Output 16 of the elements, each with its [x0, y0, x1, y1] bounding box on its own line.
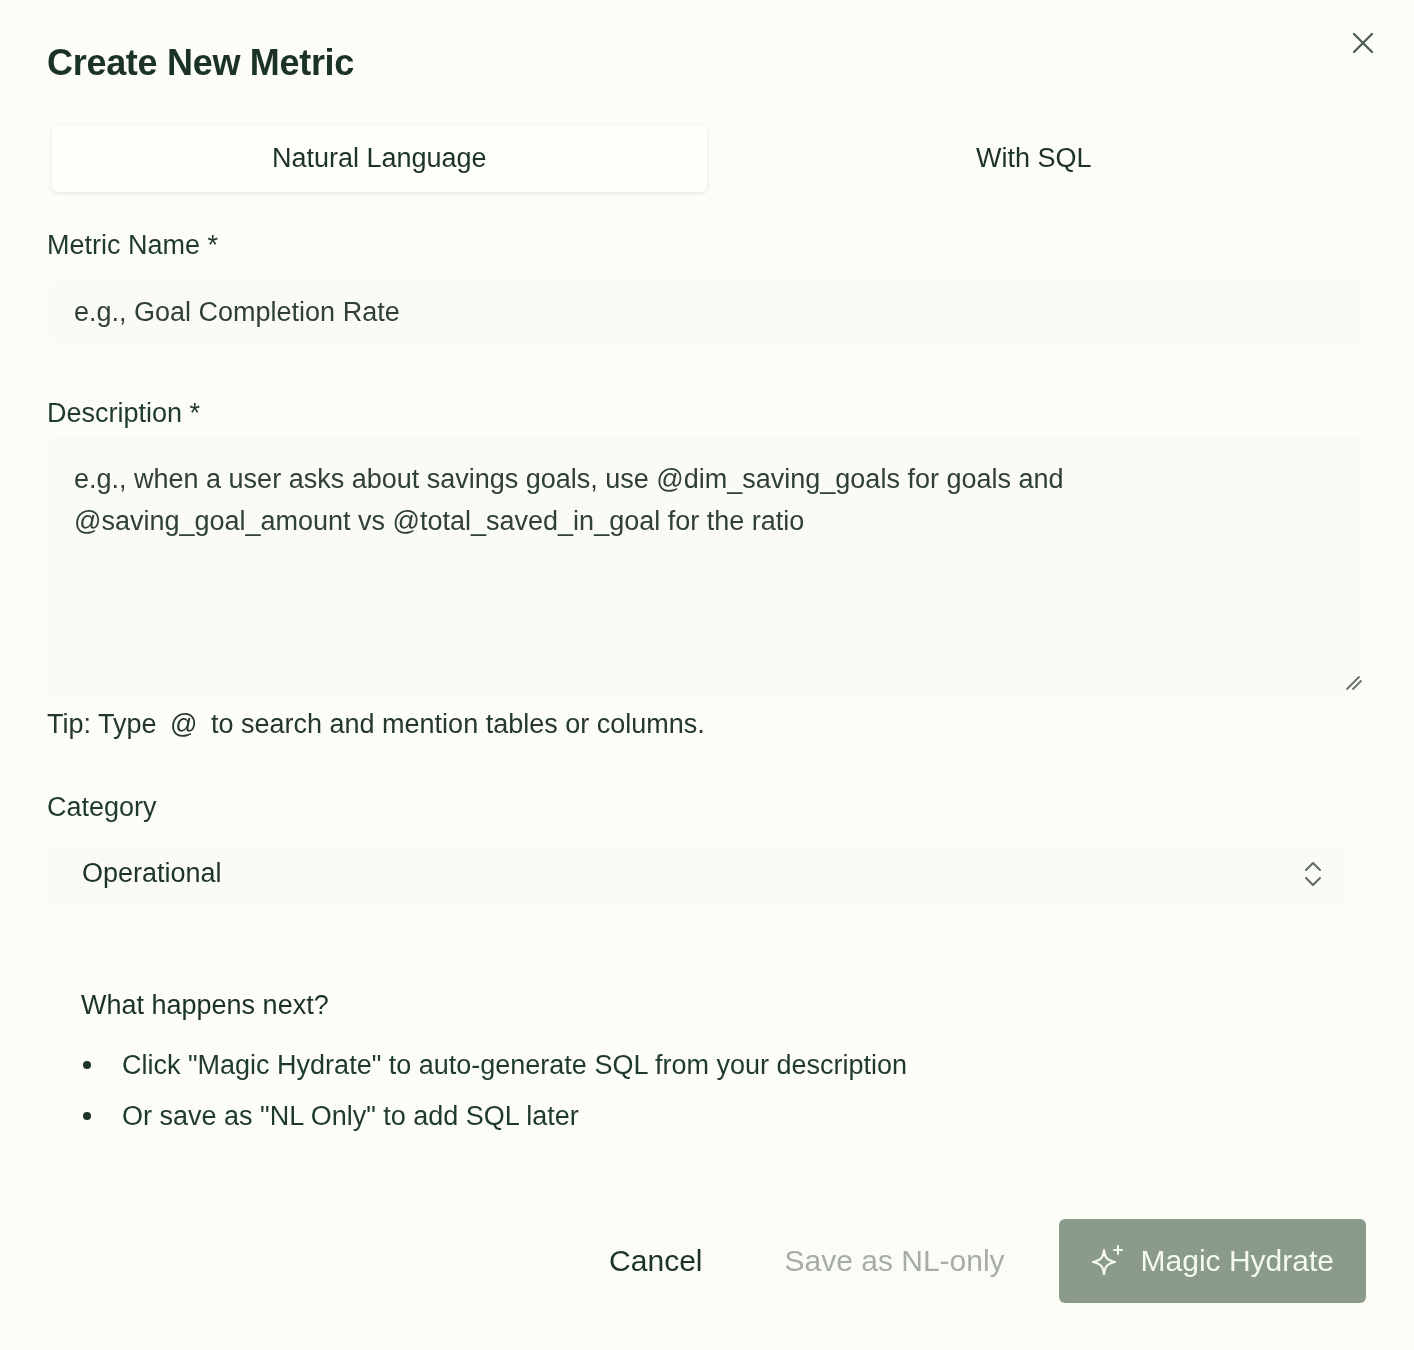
tip-text: Tip: Type @ to search and mention tables or columns. — [47, 708, 706, 741]
field-label: Description * — [47, 397, 202, 430]
sparkle-icon — [1090, 1245, 1125, 1277]
tab[interactable]: With SQL — [706, 125, 1361, 192]
info-list-item: Click "Magic Hydrate" to auto-generate SQL from your description — [122, 1049, 907, 1082]
chevron-up-down-icon — [1304, 860, 1322, 887]
tab[interactable]: Natural Language — [52, 125, 707, 192]
info-heading: What happens next? — [81, 989, 330, 1022]
resize-handle-icon[interactable] — [1346, 676, 1362, 690]
bullet-icon — [83, 1061, 91, 1069]
close-icon — [1352, 32, 1374, 54]
field-label: Metric Name * — [47, 229, 220, 262]
dialog-title: Create New Metric — [47, 42, 355, 84]
bullet-icon — [83, 1112, 91, 1120]
info-list-item: Or save as "NL Only" to add SQL later — [122, 1100, 579, 1133]
field-label: Category — [47, 791, 158, 824]
